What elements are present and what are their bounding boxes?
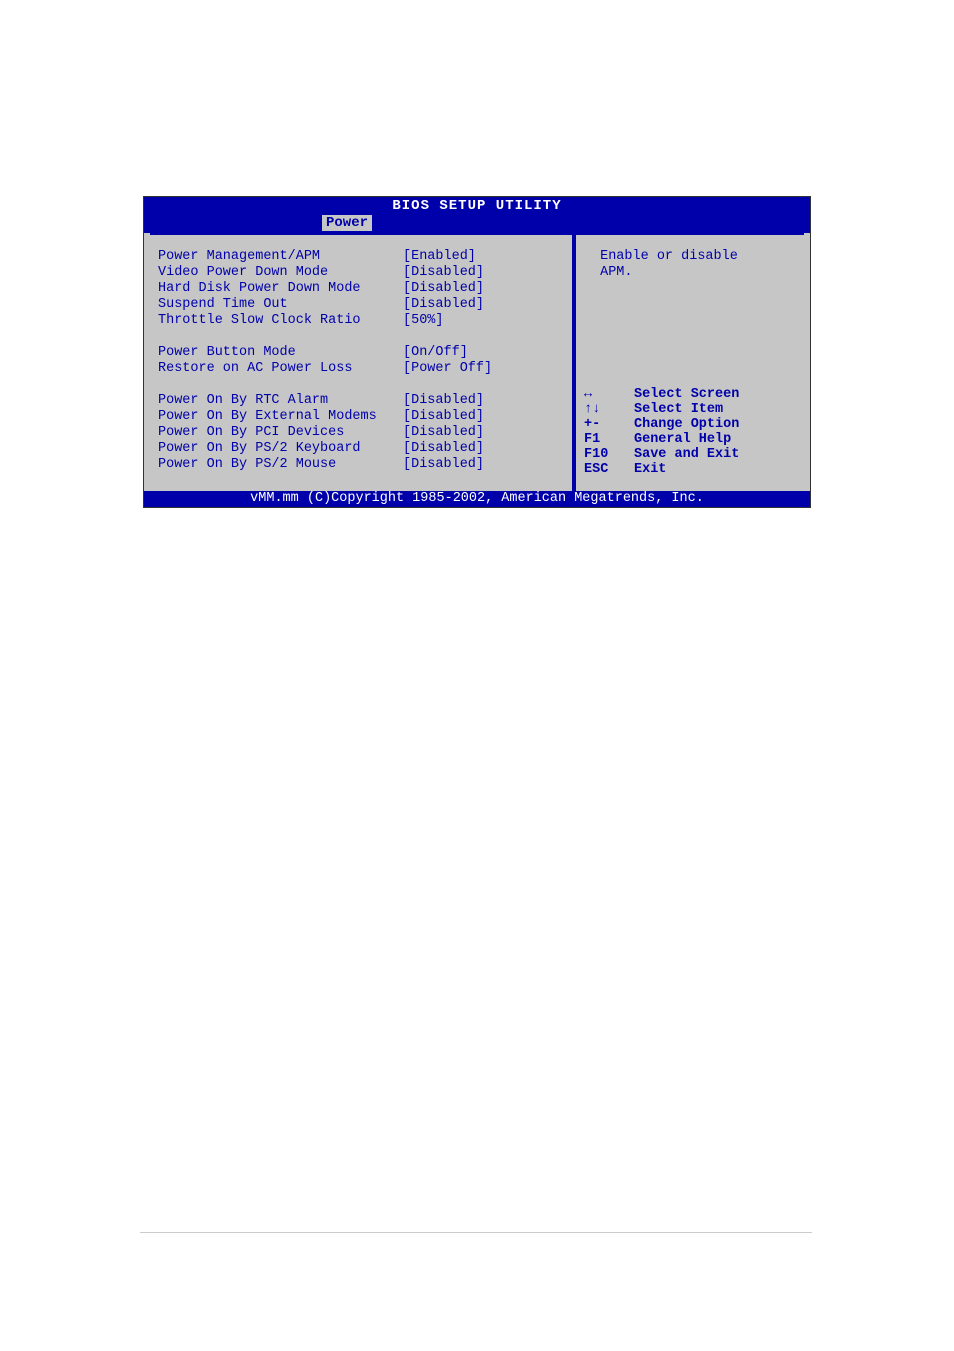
setting-row[interactable]: Restore on AC Power Loss [Power Off]	[158, 361, 564, 377]
nav-row: F10 Save and Exit	[584, 447, 796, 462]
setting-row[interactable]: Power On By PS/2 Keyboard [Disabled]	[158, 441, 564, 457]
nav-row: ESC Exit	[584, 462, 796, 477]
setting-value: [Enabled]	[403, 249, 564, 265]
left-right-arrow-icon: ↔	[584, 387, 634, 402]
setting-value: [Disabled]	[403, 297, 564, 313]
setting-label: Suspend Time Out	[158, 297, 403, 313]
setting-row[interactable]: Power On By PS/2 Mouse [Disabled]	[158, 457, 564, 473]
setting-row[interactable]: Suspend Time Out [Disabled]	[158, 297, 564, 313]
setting-row[interactable]: Power On By RTC Alarm [Disabled]	[158, 393, 564, 409]
settings-panel: Power Management/APM [Enabled] Video Pow…	[150, 233, 574, 491]
nav-key: F1	[584, 432, 634, 447]
setting-value: [On/Off]	[403, 345, 564, 361]
setting-label: Video Power Down Mode	[158, 265, 403, 281]
nav-row: F1 General Help	[584, 432, 796, 447]
setting-value: [Disabled]	[403, 265, 564, 281]
setting-value: [Disabled]	[403, 425, 564, 441]
setting-label: Power On By PCI Devices	[158, 425, 403, 441]
up-down-arrow-icon: ↑↓	[584, 402, 634, 417]
setting-row[interactable]: Throttle Slow Clock Ratio [50%]	[158, 313, 564, 329]
setting-row[interactable]: Power On By PCI Devices [Disabled]	[158, 425, 564, 441]
title-bar: BIOS SETUP UTILITY	[144, 197, 810, 215]
nav-row: ↔ Select Screen	[584, 387, 796, 402]
help-text: Enable or disable APM.	[584, 249, 796, 281]
setting-label: Hard Disk Power Down Mode	[158, 281, 403, 297]
nav-row: ↑↓ Select Item	[584, 402, 796, 417]
setting-row[interactable]: Power Button Mode [On/Off]	[158, 345, 564, 361]
setting-label: Power On By PS/2 Mouse	[158, 457, 403, 473]
setting-value: [Disabled]	[403, 457, 564, 473]
setting-label: Throttle Slow Clock Ratio	[158, 313, 403, 329]
nav-desc: Change Option	[634, 417, 796, 432]
page-divider	[140, 1232, 812, 1233]
nav-desc: Select Item	[634, 402, 796, 417]
setting-label: Power Button Mode	[158, 345, 403, 361]
nav-key: F10	[584, 447, 634, 462]
setting-label: Power On By PS/2 Keyboard	[158, 441, 403, 457]
setting-row[interactable]: Hard Disk Power Down Mode [Disabled]	[158, 281, 564, 297]
setting-value: [50%]	[403, 313, 564, 329]
setting-row[interactable]: Power Management/APM [Enabled]	[158, 249, 564, 265]
nav-desc: Select Screen	[634, 387, 796, 402]
setting-label: Power On By RTC Alarm	[158, 393, 403, 409]
setting-value: [Disabled]	[403, 393, 564, 409]
content-area: Power Management/APM [Enabled] Video Pow…	[144, 233, 810, 491]
nav-desc: Exit	[634, 462, 796, 477]
nav-desc: General Help	[634, 432, 796, 447]
plus-minus-icon: +-	[584, 417, 634, 432]
nav-key: ESC	[584, 462, 634, 477]
setting-value: [Disabled]	[403, 281, 564, 297]
setting-row[interactable]: Power On By External Modems [Disabled]	[158, 409, 564, 425]
setting-value: [Power Off]	[403, 361, 564, 377]
menu-tab-bar: Power	[144, 215, 810, 233]
bios-window: BIOS SETUP UTILITY Power Power Managemen…	[143, 196, 811, 508]
setting-row[interactable]: Video Power Down Mode [Disabled]	[158, 265, 564, 281]
setting-label: Power Management/APM	[158, 249, 403, 265]
help-panel: Enable or disable APM. ↔ Select Screen ↑…	[574, 233, 804, 491]
tab-power[interactable]: Power	[322, 215, 372, 231]
nav-row: +- Change Option	[584, 417, 796, 432]
setting-value: [Disabled]	[403, 409, 564, 425]
navigation-help: ↔ Select Screen ↑↓ Select Item +- Change…	[584, 387, 796, 477]
nav-desc: Save and Exit	[634, 447, 796, 462]
setting-value: [Disabled]	[403, 441, 564, 457]
copyright-footer: vMM.mm (C)Copyright 1985-2002, American …	[144, 491, 810, 507]
setting-label: Power On By External Modems	[158, 409, 403, 425]
setting-label: Restore on AC Power Loss	[158, 361, 403, 377]
